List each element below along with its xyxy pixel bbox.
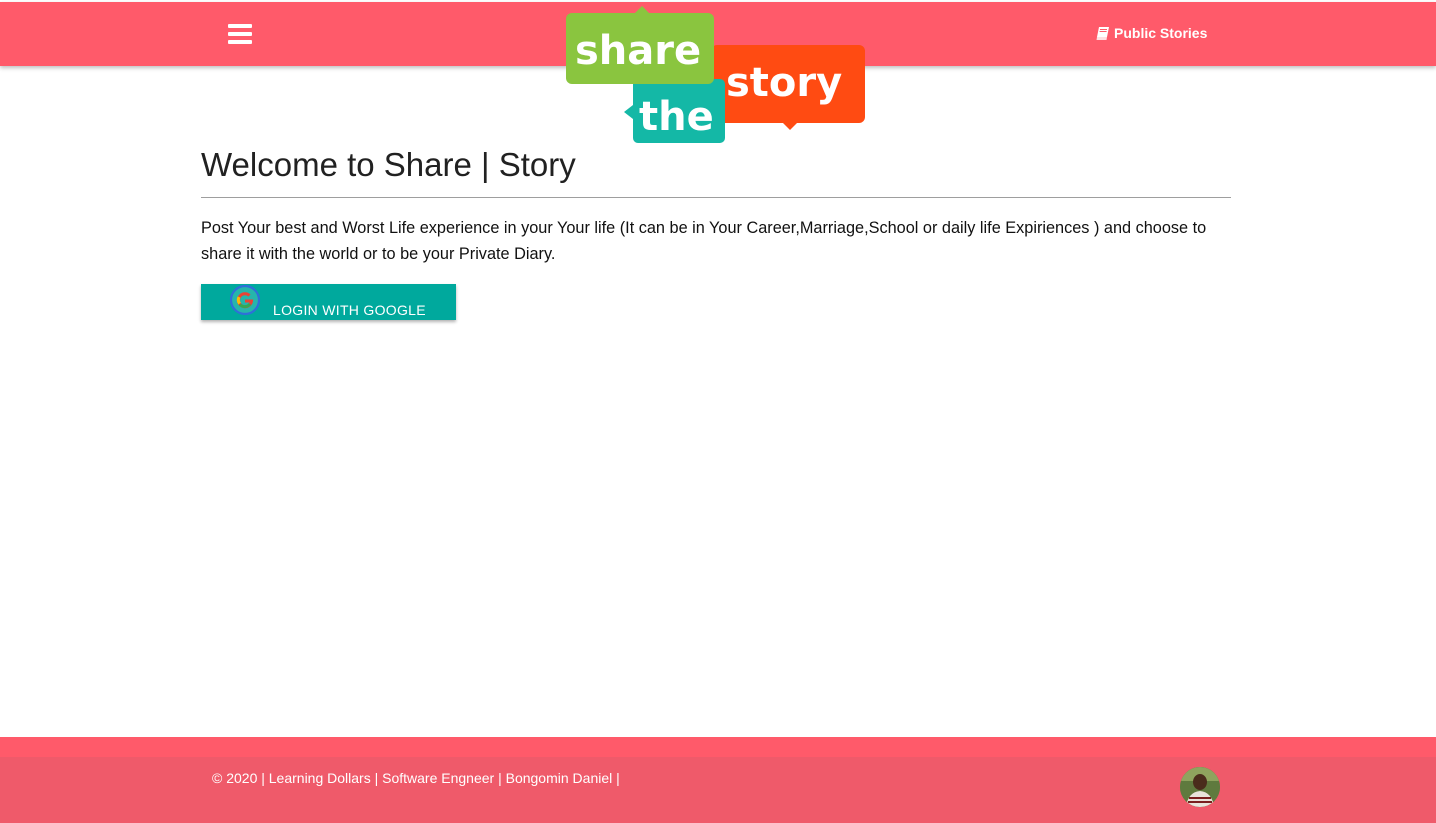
hamburger-icon-line xyxy=(228,32,252,36)
public-stories-link[interactable]: Public Stories xyxy=(1096,25,1207,41)
logo-share-tail xyxy=(634,6,650,14)
page-title: Welcome to Share | Story xyxy=(201,146,576,183)
login-button-label: LOGIN WITH GOOGLE xyxy=(273,302,426,318)
google-icon xyxy=(229,284,261,316)
login-with-google-button[interactable]: LOGIN WITH GOOGLE xyxy=(201,284,456,320)
hamburger-icon xyxy=(228,24,252,28)
logo-story-tail xyxy=(782,122,798,130)
page-footer: © 2020 | Learning Dollars | Software Eng… xyxy=(0,757,1436,823)
profile-avatar[interactable] xyxy=(1180,767,1220,807)
main-content: Welcome to Share | Story Post Your best … xyxy=(201,140,1231,320)
logo-story-text: story xyxy=(726,60,842,106)
avatar-image xyxy=(1180,767,1220,807)
hamburger-icon-line xyxy=(228,40,252,44)
intro-text: Post Your best and Worst Life experience… xyxy=(201,219,1207,263)
share-the-story-logo[interactable]: story the share xyxy=(566,6,866,144)
title-divider xyxy=(201,197,1231,198)
hamburger-menu-button[interactable] xyxy=(228,24,252,44)
public-stories-label: Public Stories xyxy=(1114,25,1208,41)
logo-the-text: the xyxy=(639,94,714,140)
logo-share-text: share xyxy=(575,28,701,74)
footer-top-band xyxy=(0,737,1436,757)
footer-copyright-text: © 2020 | Learning Dollars | Software Eng… xyxy=(212,770,620,786)
book-icon xyxy=(1096,26,1109,40)
logo-the-tail xyxy=(624,105,633,119)
